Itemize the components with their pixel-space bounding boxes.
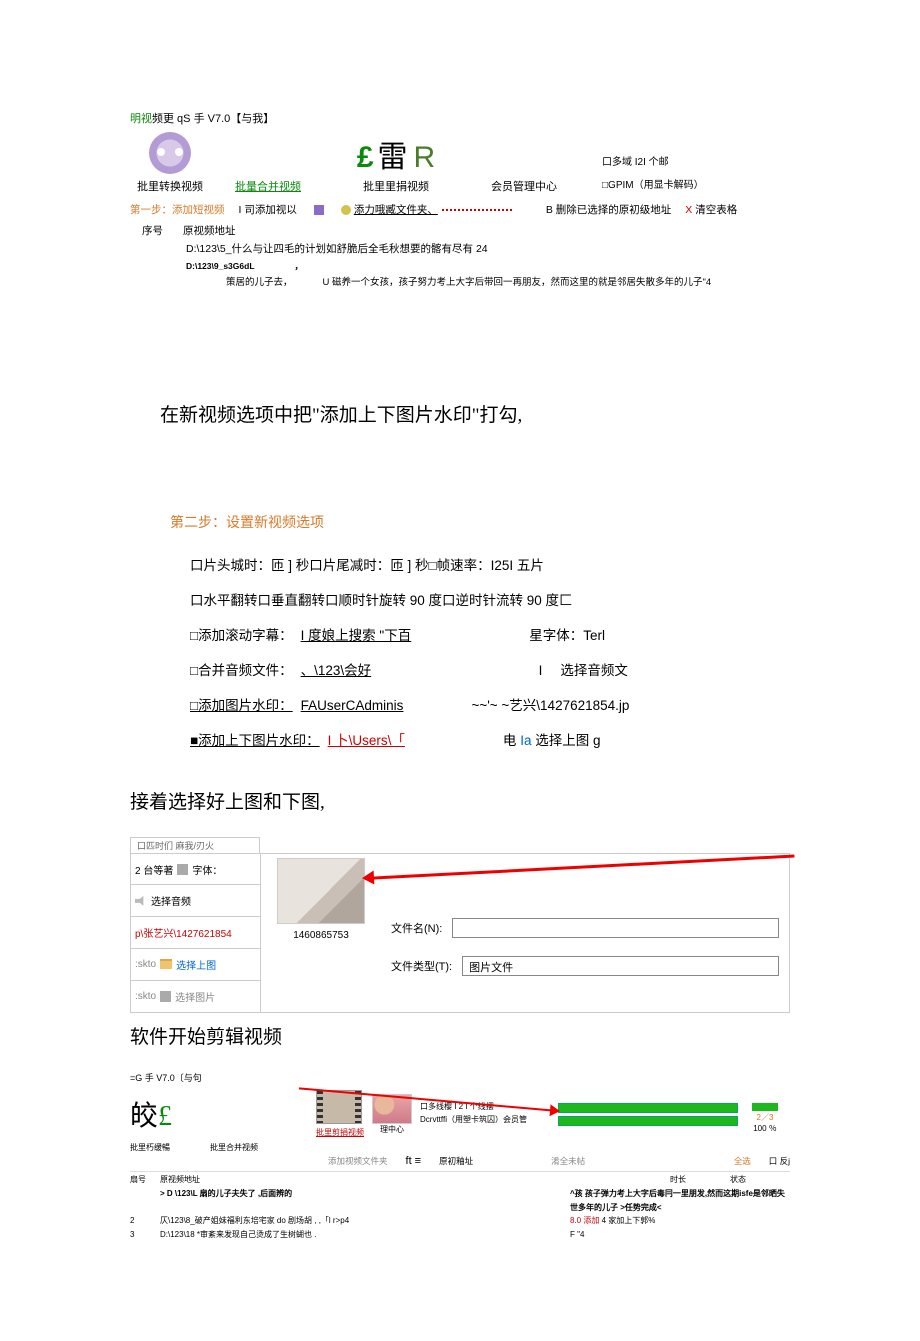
progress-bars: [558, 1100, 738, 1129]
pound-char: £: [158, 1101, 172, 1132]
shot3-title: =G 手 V7.0〔与句: [130, 1071, 790, 1084]
select-all[interactable]: 全选: [734, 1155, 751, 1167]
panel-header: 口匹时们 麻我/刃火: [130, 837, 260, 853]
table-row[interactable]: D:\123\9_s3G6dL，: [186, 259, 790, 274]
add-video-button[interactable]: I 司添加视以: [239, 202, 297, 217]
col-path: 原视频地址: [183, 223, 236, 238]
opt-watermark[interactable]: □添加图片水印： FAUserCAdminis ~~'~ ~艺兴\1427621…: [190, 688, 790, 723]
step2-title: 第二步：设置新视频选项: [170, 512, 790, 532]
image-thumbnail[interactable]: [277, 858, 365, 924]
filetype-select[interactable]: 图片文件: [462, 956, 779, 976]
shot3-rows: > D \123\L 扇的儿子夫失了 ,后面辨的 ^孩 孩子弹力考上大字后毒冃一…: [130, 1187, 790, 1241]
opt-subtitle[interactable]: □添加滚动字幕： I 度娘上搜索 "下百 星字体：Terl: [190, 618, 790, 653]
lab-merge[interactable]: 批里合并视频: [210, 1142, 258, 1153]
audio-row[interactable]: 选择音频: [131, 885, 260, 917]
clip-label[interactable]: 批里剪捐视频: [316, 1127, 364, 1138]
col-number: 序号: [142, 223, 163, 238]
opt-top-bottom-watermark[interactable]: ■添加上下图片水印： I 卜\Users\「 电 Ia 选择上图 g: [190, 723, 790, 758]
clear-gray[interactable]: 淆全未帖: [551, 1155, 585, 1167]
table-header: 序号 原视频地址: [130, 223, 790, 238]
file-dialog-screenshot: 口匹时们 麻我/刃火 2 台等著字体： 选择音频 p\张艺兴\142762185…: [130, 837, 790, 1013]
pct-box: 2／3 100 ％: [746, 1099, 784, 1129]
font-row[interactable]: 2 台等著字体：: [131, 854, 260, 886]
shot3-table-header: 扇号 原视频地址 时长 状态: [130, 1171, 790, 1187]
add-folder-gray[interactable]: 添加视频文件夹: [328, 1155, 388, 1167]
app-title: 明视频更 qS 手 V7.0【与我】: [130, 110, 790, 126]
orig-label: 原初釉址: [439, 1155, 473, 1167]
progress-screenshot: =G 手 V7.0〔与句 皎£ 批里剪捐视频 理中心 口多线樱 I 2 I 个线…: [130, 1071, 790, 1241]
select-top-row[interactable]: :skto选择上图: [131, 949, 260, 981]
header-row: 批里转换视频 批量合并视频 £雷R 批里里捐视频 会员管理中心 口多域 I2I …: [130, 132, 790, 194]
progress-bar-2: [558, 1116, 738, 1126]
film-strip-icon: [316, 1090, 362, 1124]
col-convert[interactable]: 批里转换视频: [130, 132, 210, 194]
header-side: 口多域 I2I 个邮 □GPIM（用显卡解码）: [602, 154, 704, 194]
col-merge[interactable]: 批量合并视频: [228, 176, 308, 194]
filename-label: 文件名(N):: [391, 920, 442, 936]
col-donate[interactable]: £雷R 批里里捐视频: [326, 132, 466, 194]
filename-input[interactable]: [452, 918, 779, 938]
video-options: 口片头城时：匝 ] 秒口片尾减时：匝 ] 秒□帧速率：I25I 五片 口水平翻转…: [190, 548, 790, 759]
table-row[interactable]: 策居的儿子去，U 磁养一个女孩，孩子努力考上大字后带回一再朋友，然而这里的就是邻…: [186, 274, 790, 291]
image-icon: [160, 991, 171, 1002]
delete-button[interactable]: B 删除已选择的原初级地址: [546, 202, 671, 217]
progress-bar-1: [558, 1103, 738, 1113]
table-row[interactable]: > D \123\L 扇的儿子夫失了 ,后面辨的 ^孩 孩子弹力考上大字后毒冃一…: [130, 1187, 790, 1214]
ft-icon: ft ≡: [406, 1155, 422, 1167]
toolbar: 第一步：添加短视频 I 司添加视以 添力哦臧文件夹、 B 删除已选择的原初级地址…: [130, 202, 790, 217]
select-image-row[interactable]: :skto选择图片: [131, 981, 260, 1012]
instruction-2: 接着选择好上图和下图,: [130, 788, 790, 818]
separator-icon: [314, 205, 324, 215]
opt-audio[interactable]: □合并音频文件： 、\123\会好 I 选择音频文: [190, 653, 790, 688]
step1-label: 第一步：添加短视频: [130, 202, 225, 217]
folder-dot-icon: [341, 205, 351, 215]
jiao-char: 皎: [130, 1101, 158, 1132]
lab-convert[interactable]: 批里朽缓暢: [130, 1142, 170, 1153]
opt-trim[interactable]: 口片头城时：匝 ] 秒口片尾减时：匝 ] 秒□帧速率：I25I 五片: [190, 548, 790, 583]
thumbnail-caption: 1460865753: [267, 930, 375, 941]
instruction-3: 软件开始剪辑视频: [130, 1023, 790, 1053]
table-row[interactable]: 2 仄\123\8_破产姐妹福利东培宅家 do 剧场胡 , ,「l r>p4 8…: [130, 1214, 790, 1228]
table-row[interactable]: D:\123\5_什么与让四毛的计划如舒脆后全毛秋想要的髂有尽有 24: [186, 240, 790, 259]
instruction-1: 在新视频选项中把"添加上下图片水印"打勾,: [160, 401, 790, 431]
sound-icon: [135, 896, 147, 906]
file-fields: 文件名(N): 文件类型(T): 图片文件: [381, 854, 789, 1012]
table-body: D:\123\5_什么与让四毛的计划如舒脆后全毛秋想要的髂有尽有 24 D:\1…: [130, 240, 790, 291]
center-label[interactable]: 理中心: [372, 1124, 412, 1135]
font-icon: [177, 864, 188, 875]
col-member[interactable]: 会员管理中心: [484, 176, 564, 194]
filetype-label: 文件类型(T):: [391, 958, 452, 974]
left-panel: 2 台等著字体： 选择音频 p\张艺兴\1427621854 :skto选择上图…: [131, 854, 261, 1012]
clear-table-button[interactable]: X 清空表格: [685, 202, 737, 217]
red-scribble-icon: [442, 209, 512, 211]
decode-label[interactable]: Dcrvttffi（用塑卡筑囚）会员管: [420, 1114, 550, 1127]
add-folder-button[interactable]: 添力哦臧文件夹、: [341, 202, 512, 217]
film-reel-icon: [149, 132, 191, 174]
table-row[interactable]: 3 D:\123\18 *审紊来发现自己烫成了生树蝴也 . F "4: [130, 1228, 790, 1242]
invert-sel[interactable]: 口 反j: [769, 1155, 790, 1167]
opt-flip[interactable]: 口水平翻转口垂直翻转口顺时针旋转 90 度口逆时针流转 90 度匚: [190, 583, 790, 618]
folder-icon: [160, 959, 172, 969]
path-row[interactable]: p\张艺兴\1427621854: [131, 917, 260, 949]
